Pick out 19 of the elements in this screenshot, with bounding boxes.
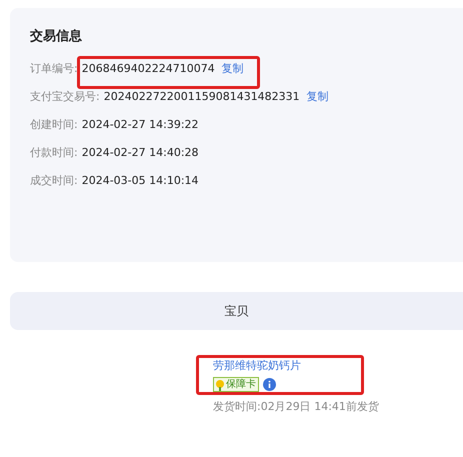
field-value: 2024022722001159081431482331 xyxy=(104,88,300,105)
info-icon[interactable] xyxy=(263,378,276,391)
section-title: 交易信息 xyxy=(30,28,83,46)
shipping-time: 发货时间:02月29日 14:41前发货 xyxy=(213,399,380,415)
copy-link[interactable]: 复制 xyxy=(222,60,244,78)
copy-link[interactable]: 复制 xyxy=(306,88,329,106)
field-value: 2024-02-27 14:40:28 xyxy=(82,144,199,161)
field-label: 成交时间: xyxy=(30,172,78,189)
field-value: 2068469402224710074 xyxy=(82,60,215,77)
field-label: 付款时间: xyxy=(30,144,78,161)
product-link[interactable]: 劳那维特驼奶钙片 xyxy=(213,358,463,374)
flower-icon xyxy=(214,378,226,390)
field-label: 支付宝交易号: xyxy=(30,88,100,105)
field-label: 订单编号: xyxy=(30,60,78,77)
field-value: 2024-03-05 14:10:14 xyxy=(82,172,199,189)
field-value: 2024-02-27 14:39:22 xyxy=(82,116,199,133)
guarantee-badge[interactable]: 保障卡 xyxy=(213,377,259,392)
items-header: 宝贝 xyxy=(10,292,463,330)
field-label: 创建时间: xyxy=(30,116,78,133)
